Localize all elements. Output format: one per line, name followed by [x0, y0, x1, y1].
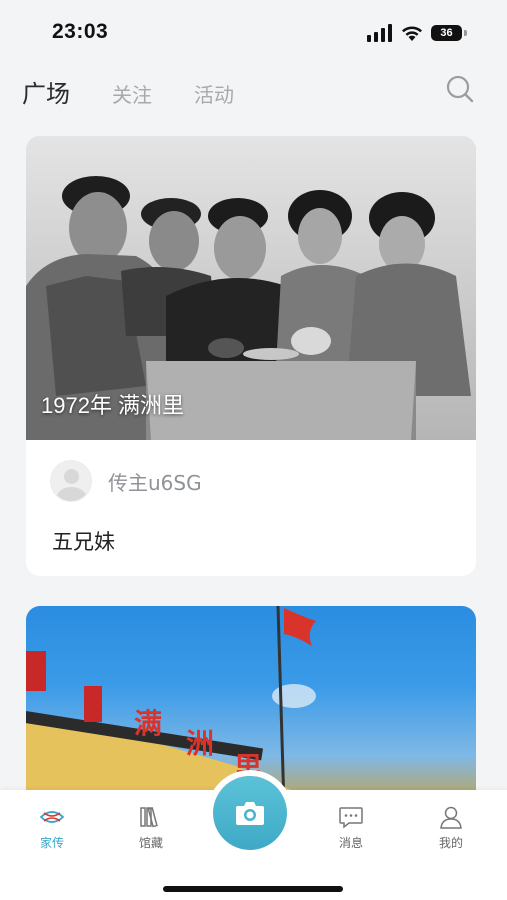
nav-item-collection[interactable]: 馆藏: [121, 804, 181, 851]
sign-char: 洲: [186, 727, 215, 760]
wifi-icon: [402, 26, 422, 41]
message-icon: [339, 807, 363, 829]
nav-label: 我的: [438, 836, 463, 850]
books-icon: [140, 807, 158, 828]
photo-caption: 1972年 满洲里: [41, 393, 185, 418]
battery-level: 36: [431, 25, 462, 41]
camera-icon: [236, 802, 264, 825]
tab-events[interactable]: 活动: [194, 79, 234, 108]
avatar[interactable]: [50, 460, 92, 502]
nav-label: 家传: [39, 836, 64, 850]
nav-item-profile[interactable]: 我的: [421, 804, 481, 851]
battery-icon: 36: [431, 24, 467, 42]
status-bar: 23:03 36: [0, 0, 507, 66]
feed-card[interactable]: 1972年 满洲里 传主u6SG 五兄妹: [26, 136, 476, 576]
nav-label: 馆藏: [138, 836, 163, 850]
sign-char: 满: [134, 707, 163, 740]
feed-photo[interactable]: 1972年 满洲里: [26, 136, 476, 440]
camera-button[interactable]: [213, 776, 287, 850]
eye-dna-icon: [39, 811, 65, 823]
nav-label: 消息: [338, 836, 363, 850]
nav-item-messages[interactable]: 消息: [321, 804, 381, 851]
tab-follow[interactable]: 关注: [112, 79, 152, 108]
card-title[interactable]: 五兄妹: [52, 526, 115, 556]
top-tabs: 广场 关注 活动: [22, 74, 234, 109]
nav-item-home[interactable]: 家传: [22, 804, 82, 851]
status-time: 23:03: [52, 20, 109, 43]
home-indicator: [163, 886, 343, 892]
card-author[interactable]: 传主u6SG: [50, 460, 202, 502]
search-icon[interactable]: [445, 74, 475, 104]
signal-icon: [367, 24, 392, 42]
bottom-nav: 家传 馆藏 消息 我的: [0, 776, 507, 900]
author-name[interactable]: 传主u6SG: [108, 467, 202, 496]
person-icon: [440, 806, 462, 829]
status-icons: 36: [367, 24, 467, 42]
tab-plaza[interactable]: 广场: [22, 74, 70, 109]
